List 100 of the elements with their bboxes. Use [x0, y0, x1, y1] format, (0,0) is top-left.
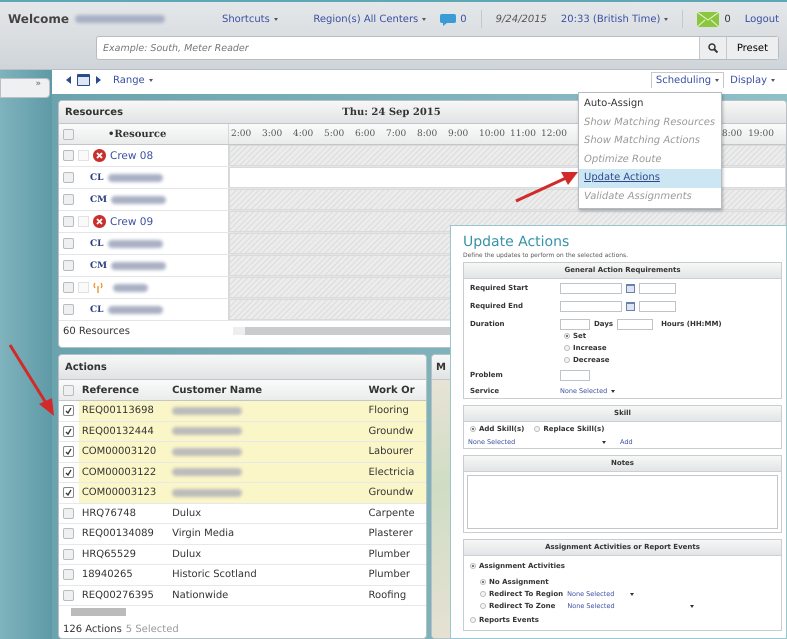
column-header[interactable]: •Resource: [108, 128, 166, 140]
redacted-name: [172, 448, 242, 456]
checkbox[interactable]: [63, 384, 74, 396]
redacted-name: [108, 174, 162, 182]
checkbox[interactable]: [63, 150, 74, 161]
checkbox[interactable]: [63, 569, 74, 580]
antenna-icon: [93, 282, 103, 293]
checkbox[interactable]: [63, 508, 74, 519]
radio-button[interactable]: [480, 603, 486, 609]
radio-button[interactable]: [470, 426, 476, 432]
hour-label: 6:00: [355, 129, 376, 139]
chat-icon[interactable]: [440, 12, 456, 26]
radio-button[interactable]: [480, 579, 486, 585]
input-field[interactable]: [639, 300, 676, 312]
hour-label: 11:00: [510, 129, 537, 139]
input-field[interactable]: [560, 282, 622, 294]
redacted-name: [111, 262, 166, 270]
checkbox[interactable]: [63, 548, 74, 560]
notes-field[interactable]: [467, 475, 778, 529]
shortcuts-menu[interactable]: Shortcuts: [222, 14, 278, 24]
annotation-arrow: [8, 344, 54, 416]
crew-name[interactable]: Crew 09: [110, 216, 154, 228]
caret-icon: [715, 79, 720, 82]
checkbox[interactable]: [63, 260, 74, 271]
table-cell: REQ00132444: [78, 422, 170, 441]
hour-label: 12:00: [541, 129, 568, 139]
radio-button[interactable]: [564, 357, 570, 363]
hour-label: 9:00: [448, 129, 470, 139]
hour-label: 4:00: [293, 129, 314, 139]
table-cell-text: REQ00134089: [80, 527, 155, 542]
role-code: CM: [90, 194, 108, 204]
search-button[interactable]: [698, 37, 726, 59]
resource-count: 60 Resources: [62, 326, 131, 336]
radio-button[interactable]: [534, 426, 540, 432]
radio-button[interactable]: [470, 563, 476, 569]
previous-icon[interactable]: [66, 76, 71, 84]
menu-item[interactable]: Auto-Assign: [579, 95, 721, 114]
next-icon[interactable]: [96, 76, 101, 84]
checkbox[interactable]: [63, 304, 74, 315]
hour-label: 10:00: [479, 129, 506, 139]
checkbox[interactable]: [63, 216, 74, 227]
input-field[interactable]: [639, 282, 676, 294]
input-field[interactable]: [560, 370, 590, 380]
redacted-name: [172, 468, 242, 476]
checkbox[interactable]: [63, 405, 74, 416]
input-field[interactable]: [560, 318, 590, 330]
caret-icon: [690, 604, 694, 608]
time-zone-menu[interactable]: 20:33 (British Time): [560, 14, 668, 24]
sidebar-toggle[interactable]: »: [0, 78, 50, 98]
hour-label: 8:00: [417, 129, 438, 139]
checkbox[interactable]: [63, 426, 74, 437]
column-header[interactable]: Customer Name: [169, 380, 366, 400]
hour-label: 3:00: [262, 129, 284, 139]
caret-icon: [611, 390, 616, 392]
table-cell-text: Carpente: [367, 506, 416, 521]
table-cell: Flooring: [365, 401, 426, 420]
hour-label: 7:00: [386, 129, 408, 139]
role-code: CL: [90, 304, 104, 314]
range-menu[interactable]: Range: [113, 74, 153, 86]
radio-button[interactable]: [480, 591, 486, 597]
table-cell: REQ00113698: [78, 401, 170, 420]
column-header[interactable]: Work Or: [365, 380, 426, 400]
checkbox[interactable]: [63, 128, 74, 140]
table-cell-text: HRQ65529: [80, 548, 137, 562]
caret-icon: [422, 18, 426, 20]
checkbox[interactable]: [63, 282, 74, 293]
table-cell-text: Dulux: [171, 506, 202, 521]
radio-button[interactable]: [564, 333, 570, 339]
envelope-icon[interactable]: [697, 12, 720, 26]
region-menu[interactable]: Region(s) All Centers: [313, 14, 426, 24]
redacted-name: [113, 284, 148, 292]
search-icon: [708, 43, 718, 53]
panel-title: M: [436, 362, 446, 372]
checkbox[interactable]: [63, 528, 74, 540]
radio-button[interactable]: [470, 617, 476, 623]
checkbox[interactable]: [63, 590, 74, 601]
calendar-icon[interactable]: [77, 74, 90, 86]
radio-button[interactable]: [564, 345, 570, 351]
checkbox[interactable]: [63, 172, 74, 183]
checkbox[interactable]: [63, 487, 74, 498]
scheduling-menu[interactable]: Scheduling: [650, 72, 724, 88]
table-cell-text: Virgin Media: [171, 527, 236, 542]
column-header[interactable]: Reference: [78, 380, 170, 400]
input-field[interactable]: [617, 318, 654, 330]
horizontal-scrollbar[interactable]: [71, 608, 126, 616]
search-field[interactable]: Example: South, Meter Reader Preset: [96, 36, 779, 60]
display-menu[interactable]: Display: [730, 74, 775, 86]
crew-name[interactable]: Crew 08: [110, 150, 154, 162]
error-icon: [93, 149, 106, 162]
menu-item[interactable]: Update Actions: [579, 169, 721, 188]
table-cell-text: 18940265: [80, 568, 134, 582]
checkbox[interactable]: [63, 238, 74, 249]
checkbox[interactable]: [63, 446, 74, 458]
caret-icon: [630, 592, 634, 596]
checkbox[interactable]: [63, 466, 74, 478]
logout-link[interactable]: Logout: [744, 14, 779, 24]
checkbox[interactable]: [63, 194, 74, 205]
preset-button[interactable]: Preset: [726, 37, 778, 59]
input-field[interactable]: [560, 300, 622, 312]
redacted-name: [111, 196, 166, 204]
